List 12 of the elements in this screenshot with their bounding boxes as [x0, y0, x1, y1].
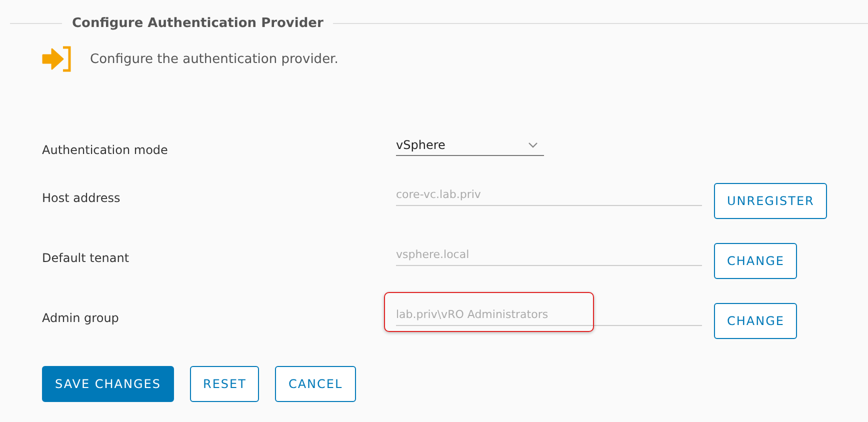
section-title: Configure Authentication Provider — [72, 16, 324, 31]
save-button[interactable]: SAVE CHANGES — [42, 366, 174, 402]
login-arrow-icon — [42, 46, 73, 72]
field-label: Authentication mode — [42, 142, 169, 157]
chevron-down-icon — [528, 142, 538, 148]
action-button[interactable]: CANCEL — [275, 366, 356, 402]
field-label: Admin group — [42, 310, 120, 325]
field-label: Host address — [42, 190, 122, 205]
field-label: Default tenant — [42, 250, 130, 265]
section-description: Configure the authentication provider. — [90, 52, 338, 66]
action-button[interactable]: RESET — [190, 366, 260, 402]
mode-dropdown[interactable]: vSphere — [396, 136, 544, 156]
